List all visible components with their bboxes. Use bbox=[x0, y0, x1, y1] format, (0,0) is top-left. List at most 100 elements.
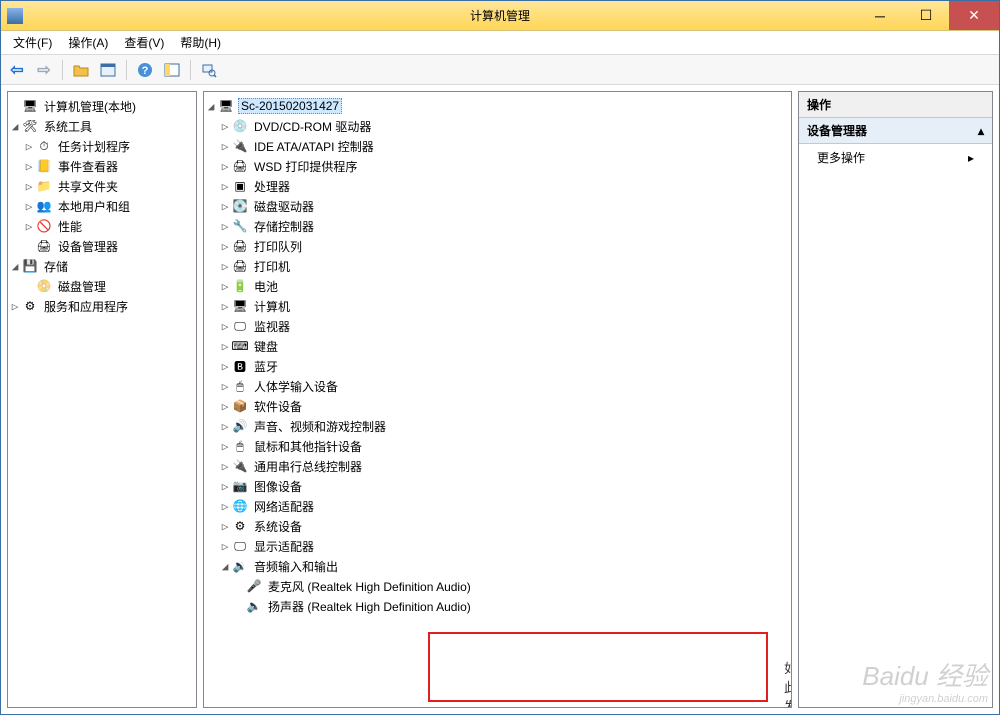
node-users[interactable]: ▷👥本地用户和组 bbox=[8, 196, 196, 216]
device-category[interactable]: ▷🔧存储控制器 bbox=[204, 216, 791, 236]
collapse-icon[interactable]: ◢ bbox=[204, 100, 218, 113]
expand-icon[interactable]: ▷ bbox=[218, 280, 232, 293]
node-event[interactable]: ▷📒事件查看器 bbox=[8, 156, 196, 176]
minimize-button[interactable]: ─ bbox=[857, 1, 903, 30]
detail-icon bbox=[164, 62, 180, 78]
expand-icon[interactable]: ▷ bbox=[218, 340, 232, 353]
expand-icon[interactable]: ▷ bbox=[22, 140, 36, 153]
folder-button[interactable] bbox=[69, 58, 93, 82]
node-shared[interactable]: ▷📁共享文件夹 bbox=[8, 176, 196, 196]
expand-icon[interactable]: ▷ bbox=[218, 360, 232, 373]
expand-icon[interactable]: ◢ bbox=[218, 560, 232, 573]
expand-icon[interactable]: ▷ bbox=[218, 320, 232, 333]
node-disk[interactable]: 📀磁盘管理 bbox=[8, 276, 196, 296]
device-category[interactable]: ▷🖱鼠标和其他指针设备 bbox=[204, 436, 791, 456]
expand-icon[interactable]: ▷ bbox=[218, 300, 232, 313]
device-root[interactable]: ◢🖥Sc-201502031427 bbox=[204, 96, 791, 116]
device-category[interactable]: ▷🔋电池 bbox=[204, 276, 791, 296]
close-button[interactable]: ✕ bbox=[949, 1, 999, 30]
device-category[interactable]: ▷🔊声音、视频和游戏控制器 bbox=[204, 416, 791, 436]
device-category[interactable]: ▷⌨键盘 bbox=[204, 336, 791, 356]
menu-file[interactable]: 文件(F) bbox=[7, 32, 58, 53]
device-category[interactable]: ▷📷图像设备 bbox=[204, 476, 791, 496]
device-category[interactable]: ▷🅱蓝牙 bbox=[204, 356, 791, 376]
expand-icon[interactable]: ▷ bbox=[22, 160, 36, 173]
expand-icon[interactable]: ▷ bbox=[218, 400, 232, 413]
app-icon bbox=[7, 8, 23, 24]
device-category[interactable]: ▷⚙系统设备 bbox=[204, 516, 791, 536]
device-category[interactable]: ▷🔌IDE ATA/ATAPI 控制器 bbox=[204, 136, 791, 156]
device-category[interactable]: ▷🖨打印队列 bbox=[204, 236, 791, 256]
device-category[interactable]: ▷🖥计算机 bbox=[204, 296, 791, 316]
expand-icon[interactable]: ▷ bbox=[218, 420, 232, 433]
expand-icon[interactable]: ▷ bbox=[218, 120, 232, 133]
mmc-icon: 🖥 bbox=[22, 98, 38, 114]
expand-icon[interactable]: ▷ bbox=[218, 260, 232, 273]
collapse-icon[interactable]: ◢ bbox=[8, 260, 22, 273]
expand-icon[interactable]: ▷ bbox=[218, 220, 232, 233]
detail-button[interactable] bbox=[160, 58, 184, 82]
scan-button[interactable] bbox=[197, 58, 221, 82]
shared-icon: 📁 bbox=[36, 178, 52, 194]
device-category[interactable]: ▷🖱人体学输入设备 bbox=[204, 376, 791, 396]
expand-icon[interactable]: ▷ bbox=[218, 480, 232, 493]
forward-button[interactable]: ⇨ bbox=[32, 58, 56, 82]
node-storage[interactable]: ◢💾存储 bbox=[8, 256, 196, 276]
expand-icon[interactable]: ▷ bbox=[218, 200, 232, 213]
device-category[interactable]: ▷💿DVD/CD-ROM 驱动器 bbox=[204, 116, 791, 136]
expand-icon[interactable]: ▷ bbox=[218, 140, 232, 153]
device-category[interactable]: ▷🖨WSD 打印提供程序 bbox=[204, 156, 791, 176]
collapse-icon[interactable]: ◢ bbox=[8, 120, 22, 133]
scan-icon bbox=[201, 62, 217, 78]
menu-view[interactable]: 查看(V) bbox=[118, 32, 170, 53]
expand-icon[interactable]: ▷ bbox=[8, 300, 22, 313]
audio-speaker[interactable]: 🔈扬声器 (Realtek High Definition Audio) bbox=[204, 596, 791, 616]
more-actions[interactable]: 更多操作 ▸ bbox=[799, 144, 992, 171]
node-root[interactable]: 🖥计算机管理(本地) bbox=[8, 96, 196, 116]
back-button[interactable]: ⇦ bbox=[5, 58, 29, 82]
expand-icon[interactable]: ▷ bbox=[218, 180, 232, 193]
view-button[interactable] bbox=[96, 58, 120, 82]
expand-icon[interactable]: ▷ bbox=[22, 220, 36, 233]
device-icon: 🔌 bbox=[232, 458, 248, 474]
device-category[interactable]: ▷🖵监视器 bbox=[204, 316, 791, 336]
expand-icon[interactable]: ▷ bbox=[218, 520, 232, 533]
device-category[interactable]: ◢🔉音频输入和输出 bbox=[204, 556, 791, 576]
actions-section[interactable]: 设备管理器 ▴ bbox=[799, 118, 992, 144]
expand-icon[interactable]: ▷ bbox=[218, 540, 232, 553]
device-category[interactable]: ▷💽磁盘驱动器 bbox=[204, 196, 791, 216]
device-category[interactable]: ▷🔌通用串行总线控制器 bbox=[204, 456, 791, 476]
device-category[interactable]: ▷🖨打印机 bbox=[204, 256, 791, 276]
device-category[interactable]: ▷📦软件设备 bbox=[204, 396, 791, 416]
expand-icon[interactable]: ▷ bbox=[22, 200, 36, 213]
node-task[interactable]: ▷⏱任务计划程序 bbox=[8, 136, 196, 156]
collapse-arrow-icon: ▴ bbox=[978, 124, 984, 138]
actions-header: 操作 bbox=[799, 92, 992, 118]
device-category[interactable]: ▷🖵显示适配器 bbox=[204, 536, 791, 556]
computer-icon: 🖥 bbox=[218, 98, 234, 114]
menu-help[interactable]: 帮助(H) bbox=[174, 32, 227, 53]
device-category[interactable]: ▷🌐网络适配器 bbox=[204, 496, 791, 516]
node-perf[interactable]: ▷🚫性能 bbox=[8, 216, 196, 236]
annotation-text: 如果此处发现集成声卡，我们可以右键禁用 bbox=[784, 658, 792, 708]
expand-icon[interactable]: ▷ bbox=[218, 160, 232, 173]
expand-icon[interactable]: ▷ bbox=[218, 240, 232, 253]
node-systools[interactable]: ◢🛠系统工具 bbox=[8, 116, 196, 136]
node-services[interactable]: ▷⚙服务和应用程序 bbox=[8, 296, 196, 316]
help-button[interactable]: ? bbox=[133, 58, 157, 82]
submenu-arrow-icon: ▸ bbox=[968, 151, 974, 165]
maximize-button[interactable]: ☐ bbox=[903, 1, 949, 30]
expand-icon[interactable]: ▷ bbox=[218, 440, 232, 453]
expand-icon[interactable]: ▷ bbox=[218, 380, 232, 393]
audio-mic[interactable]: 🎤麦克风 (Realtek High Definition Audio) bbox=[204, 576, 791, 596]
device-icon: 🔧 bbox=[232, 218, 248, 234]
device-category[interactable]: ▷▣处理器 bbox=[204, 176, 791, 196]
expand-icon[interactable]: ▷ bbox=[218, 460, 232, 473]
expand-icon[interactable]: ▷ bbox=[218, 500, 232, 513]
expand-icon[interactable]: ▷ bbox=[22, 180, 36, 193]
scope-pane[interactable]: 🖥计算机管理(本地) ◢🛠系统工具 ▷⏱任务计划程序 ▷📒事件查看器 ▷📁共享文… bbox=[7, 91, 197, 708]
node-devmgr[interactable]: 🖨设备管理器 bbox=[8, 236, 196, 256]
menu-action[interactable]: 操作(A) bbox=[62, 32, 114, 53]
result-pane[interactable]: ◢🖥Sc-201502031427▷💿DVD/CD-ROM 驱动器▷🔌IDE A… bbox=[203, 91, 792, 708]
device-icon: 💿 bbox=[232, 118, 248, 134]
